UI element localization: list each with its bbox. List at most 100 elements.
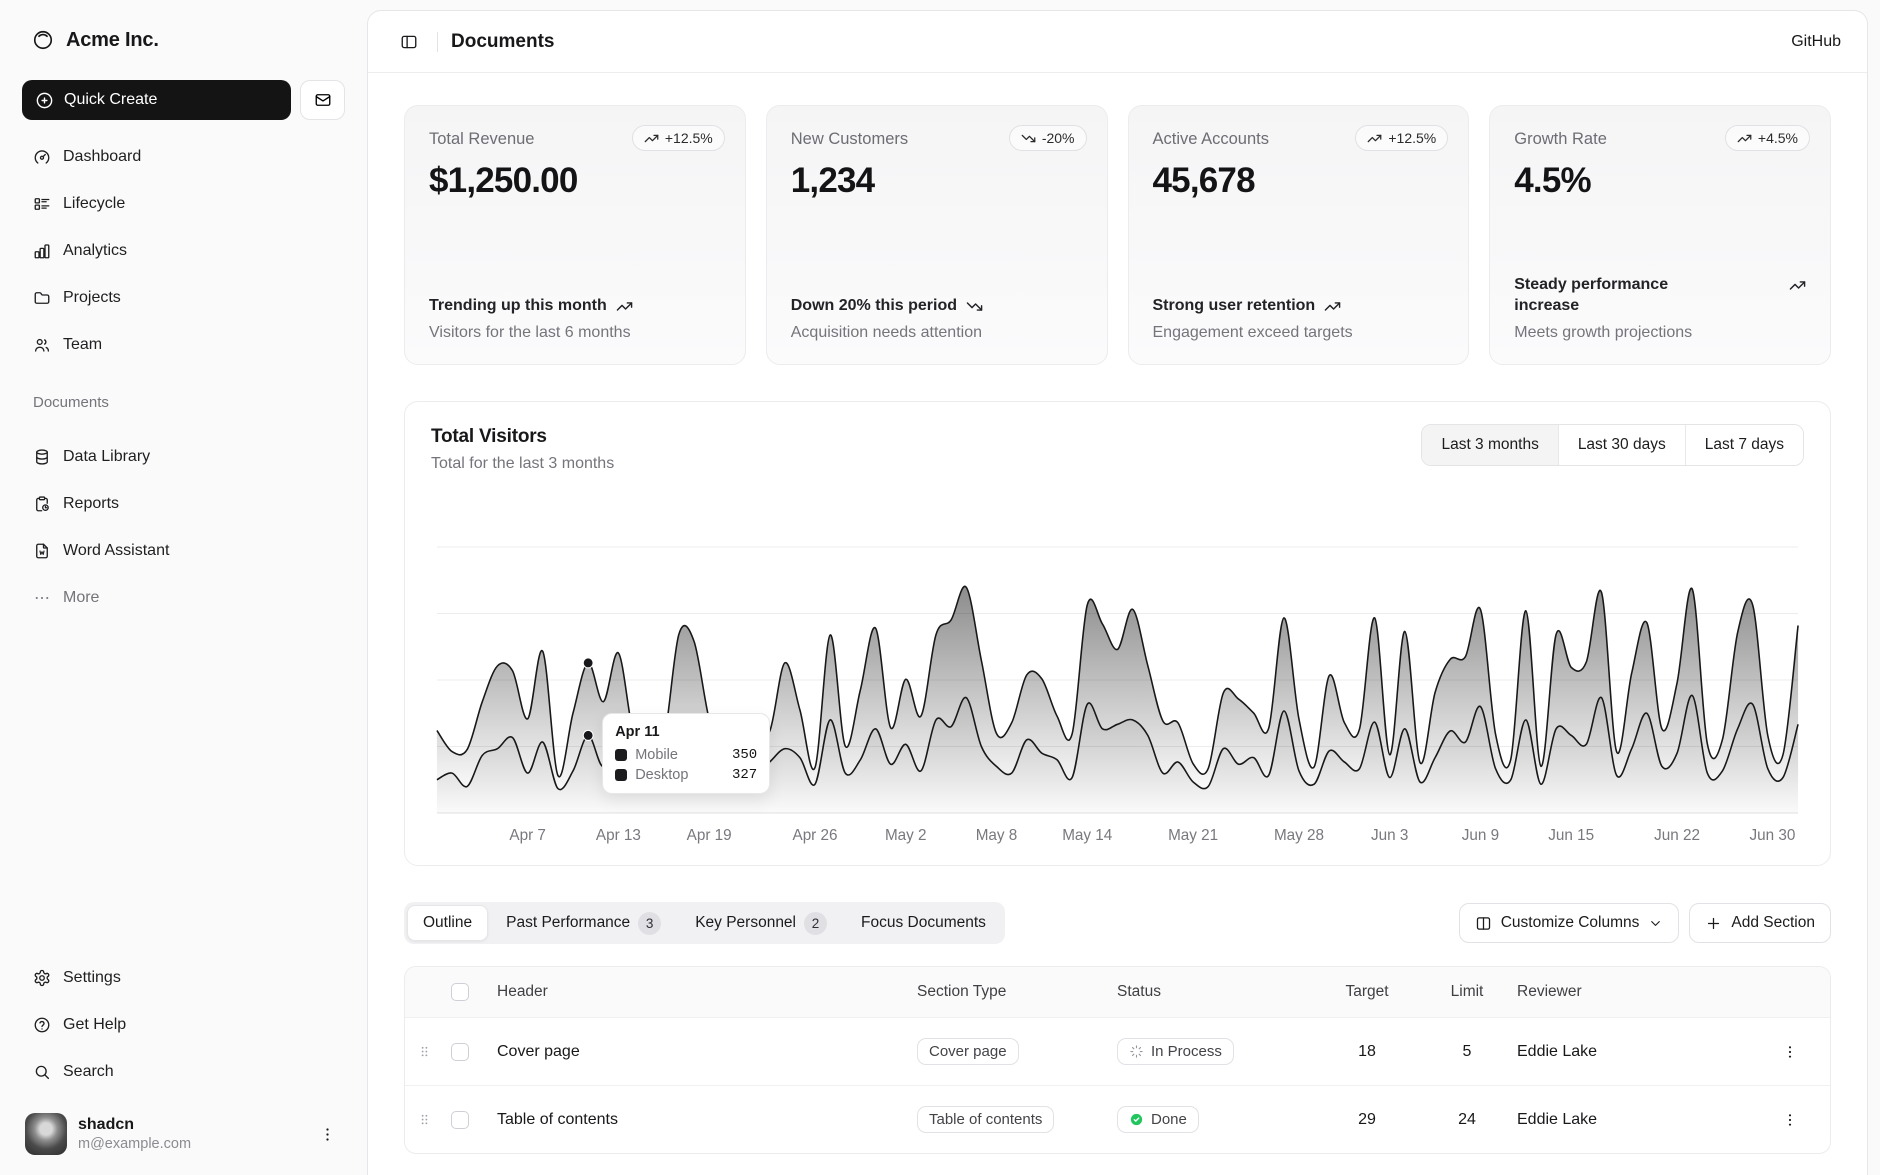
sidebar-item-dashboard[interactable]: Dashboard [22, 138, 345, 176]
tooltip-series-value: 327 [732, 767, 757, 783]
sidebar-group-documents: Documents [22, 394, 345, 411]
sidebar-item-lifecycle[interactable]: Lifecycle [22, 185, 345, 223]
svg-text:May 2: May 2 [885, 827, 927, 844]
sidebar-item-label: Projects [63, 289, 121, 307]
trending-up-icon [1789, 277, 1806, 294]
sidebar-item-word-assistant[interactable]: Word Assistant [22, 532, 345, 570]
columns-icon [1475, 915, 1492, 932]
desktop-swatch [615, 769, 627, 781]
user-menu-button[interactable] [313, 1120, 342, 1149]
tab-outline[interactable]: Outline [407, 905, 488, 941]
sidebar-item-label: Get Help [63, 1016, 126, 1034]
target-cell[interactable]: 18 [1317, 1043, 1417, 1061]
card-value: 4.5% [1514, 161, 1806, 201]
area-chart[interactable]: Apr 7Apr 13Apr 19Apr 26May 2May 8May 14M… [431, 537, 1804, 849]
table-header-row: Header Section Type Status Target Limit … [405, 967, 1830, 1017]
status-label: In Process [1151, 1043, 1222, 1060]
trending-up-icon [1367, 131, 1382, 146]
database-icon [33, 448, 51, 466]
trend-badge: +12.5% [632, 125, 725, 151]
sidebar-item-reports[interactable]: Reports [22, 485, 345, 523]
tab-past-performance[interactable]: Past Performance 3 [490, 905, 677, 941]
quick-create-button[interactable]: Quick Create [22, 80, 291, 120]
range-last-7-days[interactable]: Last 7 days [1685, 425, 1803, 465]
limit-cell[interactable]: 24 [1417, 1111, 1517, 1129]
trend-badge: -20% [1009, 125, 1087, 151]
select-all-checkbox[interactable] [451, 983, 469, 1001]
sidebar-item-projects[interactable]: Projects [22, 279, 345, 317]
sidebar-item-data-library[interactable]: Data Library [22, 438, 345, 476]
badge-value: +12.5% [665, 130, 713, 146]
row-header-cell[interactable]: Table of contents [497, 1111, 917, 1129]
reviewer-cell[interactable]: Eddie Lake [1517, 1111, 1762, 1129]
trend-badge: +4.5% [1725, 125, 1810, 151]
row-menu-button[interactable] [1776, 1106, 1804, 1134]
row-header-cell[interactable]: Cover page [497, 1043, 917, 1061]
sections-table: Header Section Type Status Target Limit … [404, 966, 1831, 1154]
inbox-button[interactable] [300, 80, 345, 120]
sidebar-item-analytics[interactable]: Analytics [22, 232, 345, 270]
col-target: Target [1317, 983, 1417, 1001]
github-link[interactable]: GitHub [1791, 33, 1841, 51]
sidebar-item-settings[interactable]: Settings [22, 959, 345, 997]
svg-text:Jun 15: Jun 15 [1548, 827, 1594, 844]
svg-text:Jun 9: Jun 9 [1462, 827, 1499, 844]
view-tabs: Outline Past Performance 3 Key Personnel… [404, 902, 1005, 944]
reviewer-cell[interactable]: Eddie Lake [1517, 1043, 1762, 1061]
nav-secondary: Settings Get Help Search [22, 959, 345, 1091]
brand[interactable]: Acme Inc. [22, 18, 345, 62]
range-last-3-months[interactable]: Last 3 months [1422, 425, 1557, 465]
sidebar-item-search[interactable]: Search [22, 1053, 345, 1091]
tooltip-row-desktop: Desktop 327 [615, 767, 757, 783]
limit-cell[interactable]: 5 [1417, 1043, 1517, 1061]
svg-text:Apr 13: Apr 13 [596, 827, 641, 844]
table-toolbar: Outline Past Performance 3 Key Personnel… [404, 902, 1831, 944]
sidebar-item-label: Dashboard [63, 148, 141, 166]
page-title: Documents [451, 31, 554, 53]
status-label: Done [1151, 1111, 1187, 1128]
tab-count-badge: 2 [804, 912, 827, 935]
nav-documents: Data Library Reports Word Assistant More [22, 438, 345, 617]
sidebar-item-more[interactable]: More [22, 579, 345, 617]
grip-vertical-icon [417, 1044, 432, 1059]
row-menu-button[interactable] [1776, 1038, 1804, 1066]
sidebar-item-get-help[interactable]: Get Help [22, 1006, 345, 1044]
status-badge: Done [1117, 1106, 1199, 1133]
tab-key-personnel[interactable]: Key Personnel 2 [679, 905, 843, 941]
drag-handle[interactable] [417, 1112, 451, 1127]
tab-label: Focus Documents [861, 914, 986, 932]
row-checkbox[interactable] [451, 1111, 469, 1129]
sidebar-item-team[interactable]: Team [22, 326, 345, 364]
card-footer: Steady performance increase Meets growth… [1514, 275, 1806, 342]
card-footer-desc: Meets growth projections [1514, 324, 1806, 342]
sidebar-item-label: Reports [63, 495, 119, 513]
header-divider [437, 32, 438, 52]
status-badge: In Process [1117, 1038, 1234, 1065]
target-cell[interactable]: 29 [1317, 1111, 1417, 1129]
trending-up-icon [1324, 298, 1341, 315]
tab-focus-documents[interactable]: Focus Documents [845, 905, 1002, 941]
user-avatar [25, 1113, 67, 1155]
sidebar-item-label: More [63, 589, 99, 607]
add-section-button[interactable]: Add Section [1689, 903, 1831, 943]
file-word-icon [33, 542, 51, 560]
user-email: m@example.com [78, 1135, 302, 1153]
customize-columns-button[interactable]: Customize Columns [1459, 903, 1680, 943]
tab-label: Outline [423, 914, 472, 932]
col-limit: Limit [1417, 983, 1517, 1001]
tooltip-series-value: 350 [732, 747, 757, 763]
drag-handle[interactable] [417, 1044, 451, 1059]
visitors-chart-card: Total Visitors Total for the last 3 mont… [404, 401, 1831, 866]
row-checkbox[interactable] [451, 1043, 469, 1061]
card-footer: Strong user retention Engagement exceed … [1153, 296, 1445, 342]
chart-plot-area[interactable]: Apr 7Apr 13Apr 19Apr 26May 2May 8May 14M… [431, 537, 1804, 849]
col-status: Status [1117, 983, 1317, 1001]
svg-text:Apr 26: Apr 26 [793, 827, 838, 844]
user-menu[interactable]: shadcn m@example.com [22, 1109, 345, 1159]
svg-text:May 14: May 14 [1062, 827, 1113, 844]
svg-text:May 28: May 28 [1274, 827, 1324, 844]
card-footer-desc: Visitors for the last 6 months [429, 324, 721, 342]
range-last-30-days[interactable]: Last 30 days [1558, 425, 1685, 465]
sidebar-toggle-button[interactable] [394, 27, 424, 57]
kebab-icon [1782, 1044, 1798, 1060]
